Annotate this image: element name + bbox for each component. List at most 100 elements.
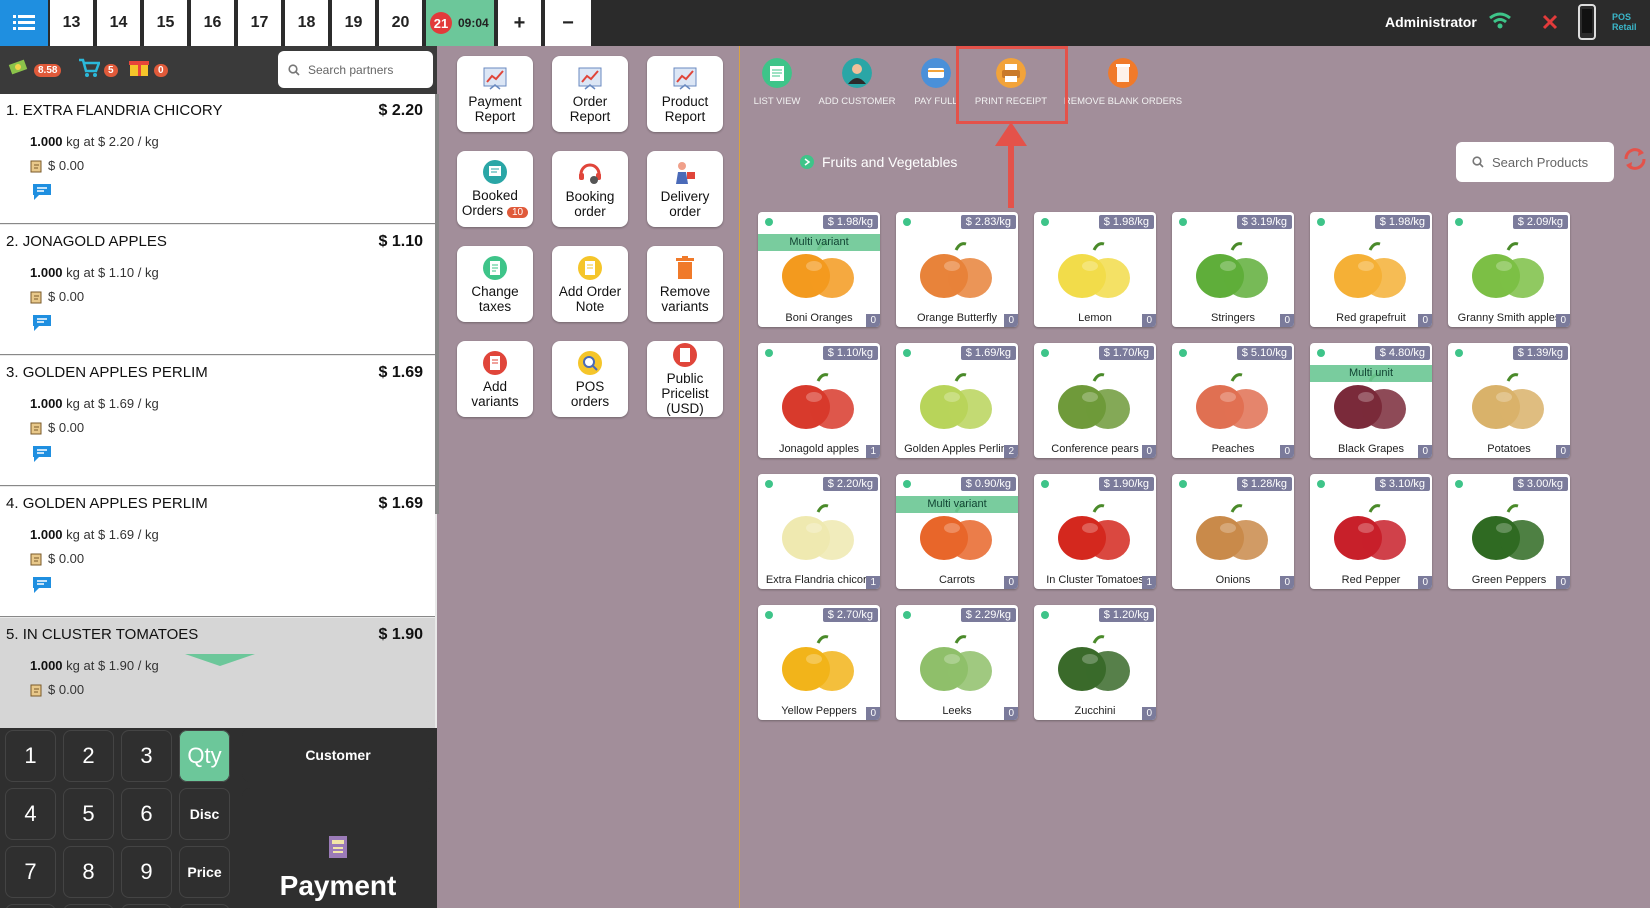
change-taxes-button[interactable]: Change taxes: [457, 246, 533, 322]
order-line[interactable]: 3. GOLDEN APPLES PERLIM $ 1.69 1.000 kg …: [0, 356, 435, 486]
discount-icon: [30, 422, 42, 434]
stock-dot: [1179, 349, 1187, 357]
add-customer-button[interactable]: ADD CUSTOMER: [817, 58, 897, 107]
note-bubble-icon[interactable]: [30, 313, 54, 333]
product-card[interactable]: $ 5.10/kg Peaches 0: [1172, 343, 1294, 458]
product-card[interactable]: $ 4.80/kg Multi unit Black Grapes 0: [1310, 343, 1432, 458]
product-card[interactable]: $ 3.19/kg Stringers 0: [1172, 212, 1294, 327]
cart-icon[interactable]: [78, 58, 100, 78]
product-card[interactable]: $ 2.70/kg Yellow Peppers 0: [758, 605, 880, 720]
key-2[interactable]: 2: [63, 730, 114, 782]
order-tab-16[interactable]: 16: [191, 0, 236, 46]
order-line[interactable]: 1. EXTRA FLANDRIA CHICORY $ 2.20 1.000 k…: [0, 94, 435, 224]
payment-report-button[interactable]: Payment Report: [457, 56, 533, 132]
search-partners-input[interactable]: Search partners: [278, 51, 433, 88]
product-qty-count: 0: [1418, 314, 1432, 327]
list-view-button[interactable]: LIST VIEW: [737, 58, 817, 107]
key-disc[interactable]: Disc: [179, 788, 230, 840]
product-card[interactable]: $ 1.70/kg Conference pears 0: [1034, 343, 1156, 458]
key-8[interactable]: 8: [63, 846, 114, 898]
order-tab-active[interactable]: 21 09:04: [426, 0, 496, 46]
key-7[interactable]: 7: [5, 846, 56, 898]
search-products-input[interactable]: Search Products: [1456, 142, 1614, 182]
product-qty-count: 0: [1004, 314, 1018, 327]
order-tab-15[interactable]: 15: [144, 0, 189, 46]
key-plus-minus[interactable]: +/-: [5, 904, 56, 908]
booked-orders-button[interactable]: Booked Orders 10: [457, 151, 533, 227]
key-backspace[interactable]: ⌫: [179, 904, 230, 908]
public-pricelist-button[interactable]: Public Pricelist (USD): [647, 341, 723, 417]
key-5[interactable]: 5: [63, 788, 114, 840]
category-breadcrumb[interactable]: Fruits and Vegetables: [800, 154, 957, 170]
order-tab-13[interactable]: 13: [50, 0, 95, 46]
product-card[interactable]: $ 1.98/kg Lemon 0: [1034, 212, 1156, 327]
product-card[interactable]: $ 1.90/kg In Cluster Tomatoes 1: [1034, 474, 1156, 589]
product-card[interactable]: $ 2.83/kg Orange Butterfly 0: [896, 212, 1018, 327]
product-card[interactable]: $ 1.98/kg Multi variant Boni Oranges 0: [758, 212, 880, 327]
key-qty[interactable]: Qty: [179, 730, 230, 782]
product-image-icon: [782, 635, 854, 691]
key-decimal[interactable]: .: [121, 904, 172, 908]
product-card[interactable]: $ 2.20/kg Extra Flandria chicory 1: [758, 474, 880, 589]
order-report-button[interactable]: Order Report: [552, 56, 628, 132]
note-bubble-icon[interactable]: [30, 444, 54, 464]
product-card[interactable]: $ 1.39/kg Potatoes 0: [1448, 343, 1570, 458]
product-card[interactable]: $ 1.20/kg Zucchini 0: [1034, 605, 1156, 720]
refresh-icon[interactable]: [1622, 146, 1648, 172]
key-6[interactable]: 6: [121, 788, 172, 840]
product-card[interactable]: $ 3.00/kg Green Peppers 0: [1448, 474, 1570, 589]
stock-dot: [1041, 480, 1049, 488]
order-tab-18[interactable]: 18: [285, 0, 330, 46]
product-card[interactable]: $ 2.29/kg Leeks 0: [896, 605, 1018, 720]
key-0[interactable]: 0: [63, 904, 114, 908]
product-card[interactable]: $ 3.10/kg Red Pepper 0: [1310, 474, 1432, 589]
product-image-icon: [1196, 373, 1268, 429]
product-card[interactable]: $ 1.98/kg Red grapefruit 0: [1310, 212, 1432, 327]
remove-variants-button[interactable]: Remove variants: [647, 246, 723, 322]
close-icon[interactable]: [1542, 14, 1558, 30]
user-name[interactable]: Administrator: [1385, 14, 1477, 30]
remove-order-button[interactable]: −: [545, 0, 593, 46]
product-qty-count: 1: [866, 445, 880, 458]
order-list-scrollbar[interactable]: [435, 94, 439, 514]
order-tab-17[interactable]: 17: [238, 0, 283, 46]
add-order-button[interactable]: +: [498, 0, 543, 46]
order-tab-14[interactable]: 14: [97, 0, 142, 46]
product-report-button[interactable]: Product Report: [647, 56, 723, 132]
note-bubble-icon[interactable]: [30, 182, 54, 202]
stock-dot: [1455, 349, 1463, 357]
order-tab-20[interactable]: 20: [379, 0, 424, 46]
order-line-selected[interactable]: 5. IN CLUSTER TOMATOES $ 1.90 1.000 kg a…: [0, 618, 435, 728]
product-card[interactable]: $ 1.69/kg Golden Apples Perlim 2: [896, 343, 1018, 458]
order-line[interactable]: 2. JONAGOLD APPLES $ 1.10 1.000 kg at $ …: [0, 225, 435, 355]
order-line[interactable]: 4. GOLDEN APPLES PERLIM $ 1.69 1.000 kg …: [0, 487, 435, 617]
delivery-order-button[interactable]: Delivery order: [647, 151, 723, 227]
pos-orders-button[interactable]: POS orders: [552, 341, 628, 417]
product-card[interactable]: $ 0.90/kg Multi variant Carrots 0: [896, 474, 1018, 589]
order-panel-header: 8.58 5 0 Search partners: [0, 46, 437, 94]
add-order-note-button[interactable]: Add Order Note: [552, 246, 628, 322]
key-price[interactable]: Price: [179, 846, 230, 898]
booking-order-button[interactable]: Booking order: [552, 151, 628, 227]
customer-button[interactable]: Customer: [242, 728, 434, 782]
product-card[interactable]: $ 1.28/kg Onions 0: [1172, 474, 1294, 589]
stock-dot: [1317, 349, 1325, 357]
order-line-name: 5. IN CLUSTER TOMATOES: [6, 626, 199, 643]
mobile-device-icon[interactable]: [1578, 4, 1596, 40]
note-bubble-icon[interactable]: [30, 575, 54, 595]
product-card[interactable]: $ 2.09/kg Granny Smith apples 0: [1448, 212, 1570, 327]
key-1[interactable]: 1: [5, 730, 56, 782]
search-icon: [288, 63, 300, 76]
add-variants-button[interactable]: Add variants: [457, 341, 533, 417]
order-tab-19[interactable]: 19: [332, 0, 377, 46]
gift-icon[interactable]: [128, 56, 150, 78]
key-9[interactable]: 9: [121, 846, 172, 898]
menu-button[interactable]: [0, 0, 48, 46]
key-3[interactable]: 3: [121, 730, 172, 782]
product-card[interactable]: $ 1.10/kg Jonagold apples 1: [758, 343, 880, 458]
product-qty-count: 1: [866, 576, 880, 589]
collapse-chevron-icon[interactable]: [185, 654, 255, 666]
key-4[interactable]: 4: [5, 788, 56, 840]
remove-blank-orders-button[interactable]: REMOVE BLANK ORDERS: [1064, 58, 1182, 107]
payment-button[interactable]: Payment: [242, 788, 434, 908]
